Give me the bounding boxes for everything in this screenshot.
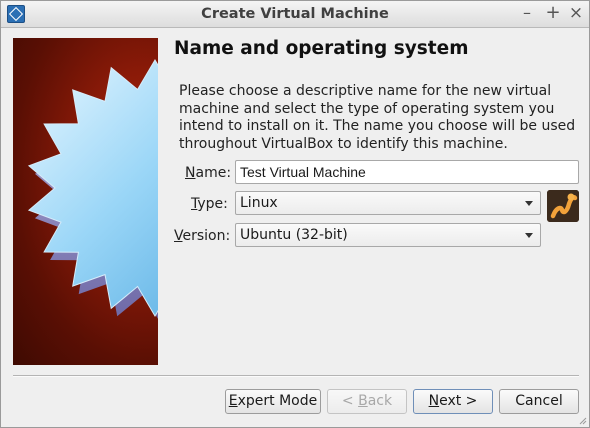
type-select-value: Linux xyxy=(240,195,278,211)
minimize-icon[interactable]: – xyxy=(517,3,537,23)
maximize-icon[interactable]: + xyxy=(543,3,563,23)
button-separator xyxy=(13,375,579,377)
version-select-value: Ubuntu (32-bit) xyxy=(240,227,348,243)
name-input[interactable] xyxy=(235,160,579,184)
starburst-graphic xyxy=(27,59,158,319)
wizard-banner-image xyxy=(13,38,158,365)
title-bar[interactable]: Create Virtual Machine – + × xyxy=(1,1,589,28)
expert-mode-button[interactable]: Expert Mode xyxy=(225,389,321,414)
resize-grip-icon[interactable] xyxy=(579,417,587,425)
version-select[interactable]: Ubuntu (32-bit) xyxy=(235,223,541,247)
create-vm-dialog: Create Virtual Machine – + × Name and op… xyxy=(0,0,590,428)
back-button[interactable]: < Back xyxy=(327,389,407,414)
page-description: Please choose a descriptive name for the… xyxy=(179,83,576,152)
name-label: Name: xyxy=(185,165,232,181)
version-label: Version: xyxy=(174,228,231,244)
page-heading: Name and operating system xyxy=(174,38,469,59)
window-title: Create Virtual Machine xyxy=(201,6,389,22)
close-icon[interactable]: × xyxy=(566,3,586,23)
next-button[interactable]: Next > xyxy=(413,389,493,414)
chevron-down-icon xyxy=(525,233,533,238)
type-label: Type: xyxy=(191,196,228,212)
chevron-down-icon xyxy=(525,201,533,206)
cancel-button[interactable]: Cancel xyxy=(499,389,579,414)
linux-os-icon xyxy=(547,190,579,222)
type-select[interactable]: Linux xyxy=(235,191,541,215)
